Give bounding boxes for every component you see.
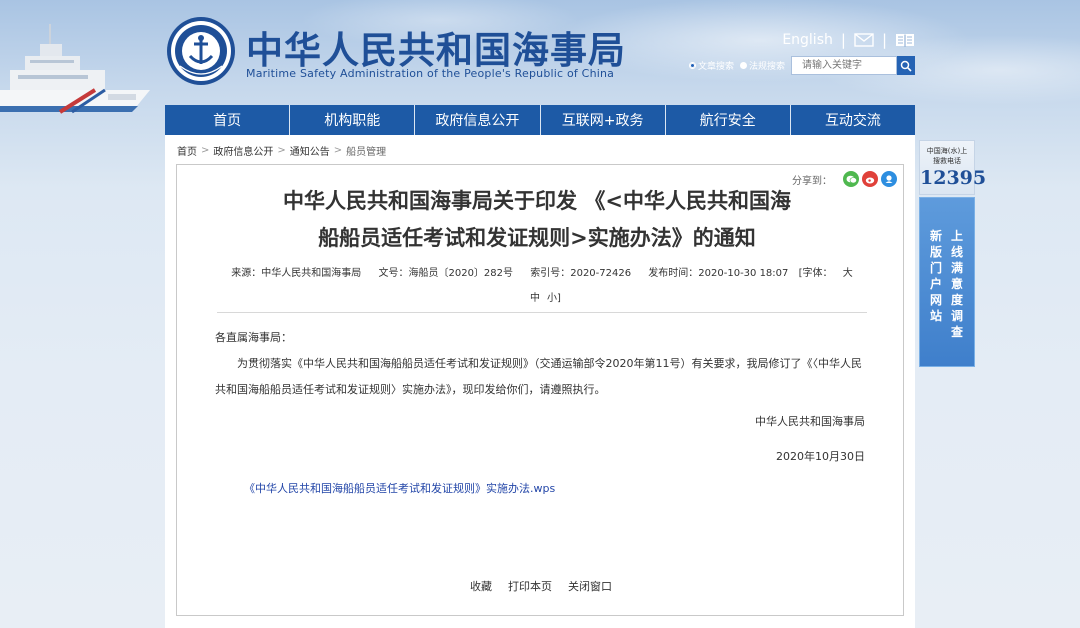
nav-navigation-safety[interactable]: 航行安全 — [666, 105, 791, 135]
search-button[interactable] — [897, 56, 915, 75]
meta-publish-time: 发布时间：2020-10-30 18:07 — [648, 268, 789, 279]
survey-text-column-1: 新版门户网站 — [930, 229, 943, 323]
main-navigation: 首页 机构职能 政府信息公开 互联网+政务 航行安全 互动交流 — [165, 105, 915, 135]
meta-document-number: 文号：海船员〔2020〕282号 — [378, 268, 514, 279]
wechat-icon[interactable] — [843, 171, 859, 187]
font-size-medium-button[interactable]: 中 — [530, 293, 540, 304]
search-input[interactable] — [791, 56, 897, 75]
qzone-icon[interactable] — [881, 171, 897, 187]
search-icon — [900, 60, 912, 72]
hotline-caption: 中国海(水)上 搜救电话 — [926, 147, 968, 165]
font-size-large-button[interactable]: 大 — [843, 268, 853, 279]
attachment-link[interactable]: 《中华人民共和国海船船员适任考试和发证规则》实施办法.wps — [244, 480, 555, 496]
meta-divider — [217, 312, 867, 313]
font-size-small-button[interactable]: 小 — [547, 293, 557, 304]
meta-source: 来源：中华人民共和国海事局 — [231, 268, 362, 279]
breadcrumb: 首页 > 政府信息公开 > 通知公告 > 船员管理 — [177, 143, 386, 158]
breadcrumb-notices[interactable]: 通知公告 — [290, 143, 330, 158]
article-salutation: 各直属海事局： — [215, 331, 292, 344]
website-survey-banner[interactable]: 新版门户网站 上线满意度调查 — [919, 197, 975, 367]
top-links-separator: | — [881, 31, 887, 49]
site-search-bar: 文章搜索 法规搜索 — [688, 56, 915, 75]
search-option-articles[interactable]: 文章搜索 — [688, 59, 734, 72]
search-option-regulations[interactable]: 法规搜索 — [739, 59, 785, 72]
article-title-line-2: 船船员适任考试和发证规则>实施办法》的通知 — [318, 226, 756, 250]
article-title-line-1: 中华人民共和国海事局关于印发 《<中华人民共和国海 — [283, 189, 791, 213]
rescue-hotline-banner[interactable]: 中国海(水)上 搜救电话 12395 — [919, 140, 987, 195]
article-footer-actions: 收藏 打印本页 关闭窗口 — [177, 578, 905, 594]
breadcrumb-home[interactable]: 首页 — [177, 143, 197, 158]
article-signature: 中华人民共和国海事局 — [755, 415, 865, 428]
mail-icon[interactable] — [854, 33, 874, 47]
font-size-label-open: [字体： — [798, 268, 833, 279]
site-title-english: Maritime Safety Administration of the Pe… — [246, 67, 615, 80]
article-date: 2020年10月30日 — [776, 450, 865, 463]
top-links-separator: | — [840, 31, 846, 49]
weibo-icon[interactable] — [862, 171, 878, 187]
close-window-link[interactable]: 关闭窗口 — [568, 578, 612, 594]
top-utility-links: English | | — [782, 30, 915, 50]
survey-text-column-2: 上线满意度调查 — [951, 229, 964, 339]
book-icon[interactable] — [895, 32, 915, 48]
print-link[interactable]: 打印本页 — [508, 578, 552, 594]
article-body: 为贯彻落实《中华人民共和国海船船员适任考试和发证规则》（交通运输部令2020年第… — [215, 357, 862, 396]
breadcrumb-separator: > — [333, 145, 343, 156]
breadcrumb-separator: > — [277, 145, 286, 156]
breadcrumb-gov-info[interactable]: 政府信息公开 — [213, 143, 273, 158]
china-msa-emblem-logo — [167, 17, 235, 85]
breadcrumb-seafarer-management[interactable]: 船员管理 — [346, 143, 386, 158]
radio-selected-icon — [688, 62, 696, 69]
meta-index-number: 索引号：2020-72426 — [530, 268, 632, 279]
article-container: 分享到： 中华人民共和国海事局关于印发 《<中华人民共和国海 船船员适任考试和发… — [176, 164, 904, 616]
hotline-number: 12395 — [920, 167, 987, 189]
nav-gov-info[interactable]: 政府信息公开 — [415, 105, 541, 135]
radio-unselected-icon — [739, 62, 747, 69]
favorite-link[interactable]: 收藏 — [470, 578, 492, 594]
nav-interaction[interactable]: 互动交流 — [791, 105, 915, 135]
nav-internet-services[interactable]: 互联网+政务 — [541, 105, 666, 135]
breadcrumb-separator: > — [201, 145, 210, 156]
content-panel: 首页 > 政府信息公开 > 通知公告 > 船员管理 分享到： 中华人民共和国海事… — [165, 135, 915, 628]
patrol-ship-illustration — [0, 24, 150, 114]
nav-functions[interactable]: 机构职能 — [290, 105, 416, 135]
article-title: 中华人民共和国海事局关于印发 《<中华人民共和国海 船船员适任考试和发证规则>实… — [257, 183, 817, 257]
nav-home[interactable]: 首页 — [165, 105, 291, 135]
font-size-label-close: ] — [557, 293, 561, 304]
english-link[interactable]: English — [782, 32, 833, 48]
site-title-chinese: 中华人民共和国海事局 — [246, 29, 626, 72]
article-meta: 来源：中华人民共和国海事局 文号：海船员〔2020〕282号 索引号：2020-… — [217, 261, 867, 311]
